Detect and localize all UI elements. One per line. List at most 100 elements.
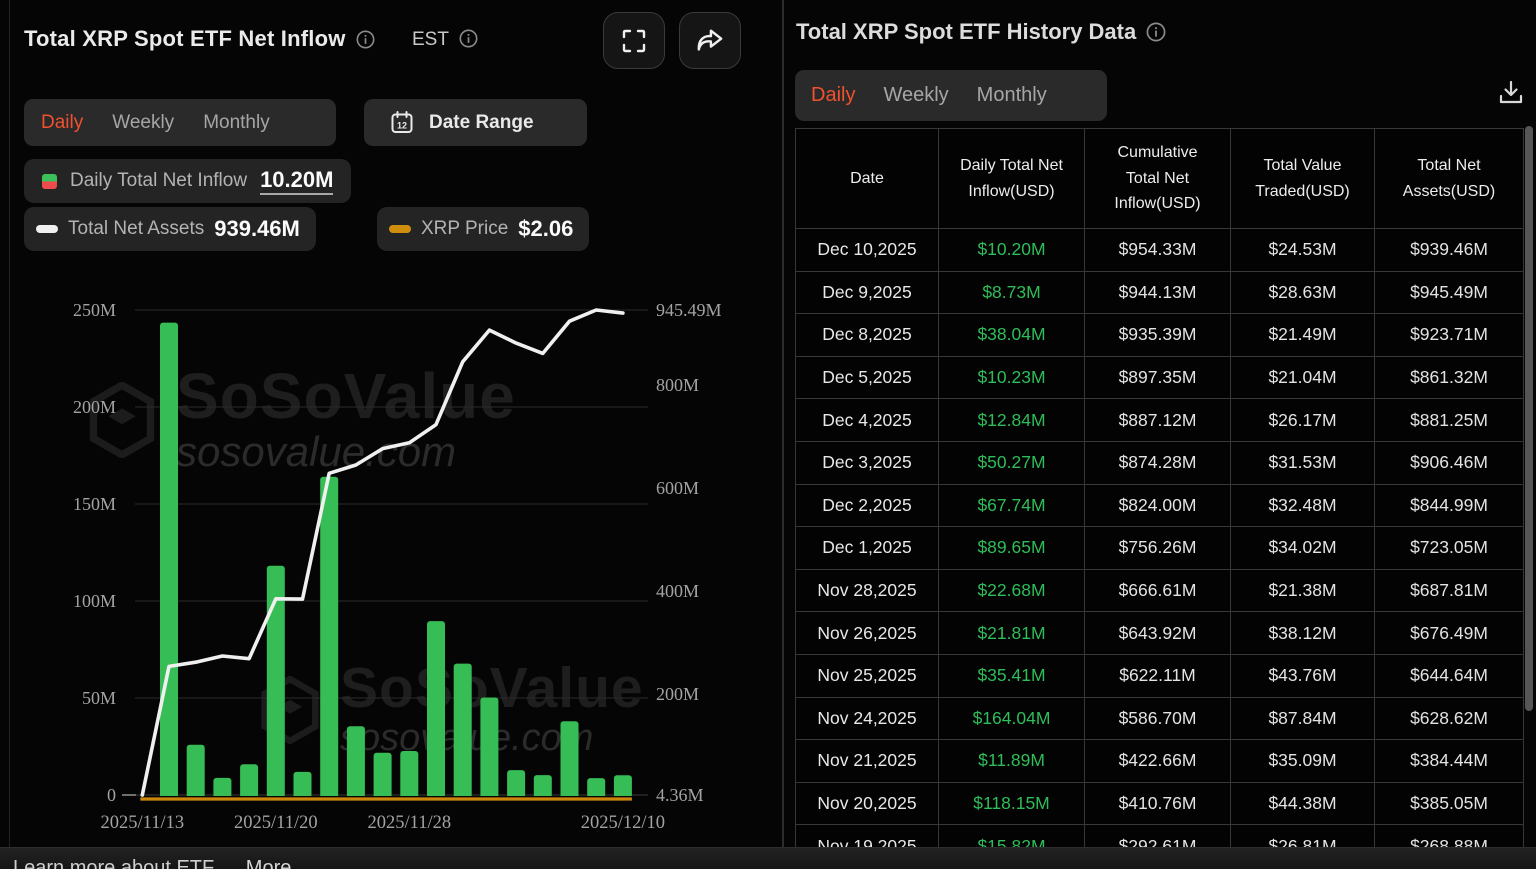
table-cell: $32.48M (1230, 483, 1375, 528)
table-cell: $22.68M (938, 568, 1085, 613)
table-cell: Dec 10,2025 (795, 228, 939, 272)
table-cell: $954.33M (1084, 228, 1231, 272)
x-axis-label: 2025/11/28 (368, 813, 452, 833)
table-cell: $887.12M (1084, 398, 1231, 442)
history-tab-weekly[interactable]: Weekly (883, 84, 948, 107)
history-period-tabs: Daily Weekly Monthly (795, 70, 1107, 121)
table-cell: $643.92M (1084, 611, 1231, 655)
table-cell: $385.05M (1374, 781, 1524, 826)
col-header-date: Date (795, 128, 939, 229)
y-axis-right-label: 400M (656, 581, 699, 601)
table-cell: $28.63M (1230, 270, 1375, 315)
table-cell: $67.74M (938, 483, 1085, 528)
table-row[interactable]: Nov 28,2025 $22.68M $666.61M $21.38M $687.81… (795, 568, 1524, 613)
table-cell: $164.04M (938, 696, 1085, 741)
table-row[interactable]: Dec 10,2025 $10.20M $954.33M $24.53M $939.46… (795, 228, 1524, 272)
table-cell: $43.76M (1230, 653, 1375, 698)
table-cell: Dec 5,2025 (795, 355, 939, 400)
inflow-bar (613, 775, 632, 798)
table-cell: $21.49M (1230, 313, 1375, 357)
table-row[interactable]: Nov 24,2025 $164.04M $586.70M $87.84M $628.6… (795, 696, 1524, 741)
table-cell: $874.28M (1084, 440, 1231, 485)
col-header-cumulative-inflow: Cumulative Total Net Inflow(USD) (1084, 128, 1231, 229)
table-cell: Nov 26,2025 (795, 611, 939, 655)
y-axis-left-label: 50M (82, 688, 116, 708)
footer-bar: Learn more about ETF More (0, 847, 1536, 869)
y-axis-right-label: 4.36M (656, 785, 704, 805)
table-cell: $906.46M (1374, 440, 1524, 485)
table-cell: $8.73M (938, 270, 1085, 315)
table-cell: $384.44M (1374, 739, 1524, 783)
table-cell: $622.11M (1084, 653, 1231, 698)
y-axis-left-label: 200M (73, 397, 116, 417)
history-table-title: Total XRP Spot ETF History Data (796, 19, 1166, 45)
table-cell: $586.70M (1084, 696, 1231, 741)
col-header-value-traded: Total Value Traded(USD) (1230, 128, 1375, 229)
table-cell: $21.38M (1230, 568, 1375, 613)
panel-divider (782, 0, 784, 869)
table-cell: $44.38M (1230, 781, 1375, 826)
download-button[interactable] (1492, 74, 1530, 112)
col-header-net-assets: Total Net Assets(USD) (1374, 128, 1524, 229)
net-assets-line (140, 308, 625, 797)
x-axis-label: 2025/12/10 (581, 813, 665, 833)
table-cell: $21.04M (1230, 355, 1375, 400)
table-cell: $87.84M (1230, 696, 1375, 741)
table-cell: Dec 2,2025 (795, 483, 939, 528)
history-tab-monthly[interactable]: Monthly (977, 84, 1047, 107)
netinflow-chart[interactable]: 0 50M 100M 150M 200M 250M 4.36M 200M 400M 600M 800… (0, 0, 782, 869)
inflow-bar (160, 322, 178, 798)
table-cell: $824.00M (1084, 483, 1231, 528)
table-cell: $923.71M (1374, 313, 1524, 357)
history-tab-daily[interactable]: Daily (811, 84, 855, 107)
table-cell: $881.25M (1374, 398, 1524, 442)
y-axis-left-label: 150M (73, 494, 116, 514)
learn-more-link[interactable]: Learn more about ETF (13, 857, 214, 869)
inflow-bar (346, 726, 365, 798)
table-row[interactable]: Dec 2,2025 $67.74M $824.00M $32.48M $844.99M (795, 483, 1524, 528)
table-row[interactable]: Nov 21,2025 $11.89M $422.66M $35.09M $384.44… (795, 739, 1524, 783)
table-cell: Nov 21,2025 (795, 739, 939, 783)
y-axis-right-label: 200M (656, 684, 699, 704)
inflow-bar (400, 751, 419, 798)
table-row[interactable]: Nov 20,2025 $118.15M $410.76M $44.38M $385.0… (795, 781, 1524, 826)
table-row[interactable]: Dec 3,2025 $50.27M $874.28M $31.53M $906.46M (795, 440, 1524, 485)
table-cell: $666.61M (1084, 568, 1231, 613)
inflow-bar (320, 476, 339, 798)
table-cell: $676.49M (1374, 611, 1524, 655)
history-info-icon[interactable] (1146, 22, 1166, 42)
table-scrollbar[interactable] (1525, 126, 1533, 711)
inflow-bar (587, 778, 606, 798)
inflow-bar (560, 721, 579, 798)
table-cell: $935.39M (1084, 313, 1231, 357)
table-cell: Dec 4,2025 (795, 398, 939, 442)
table-row[interactable]: Dec 9,2025 $8.73M $944.13M $28.63M $945.49M (795, 270, 1524, 315)
table-cell: $939.46M (1374, 228, 1524, 272)
table-cell: $38.04M (938, 313, 1085, 357)
table-cell: $10.23M (938, 355, 1085, 400)
table-cell: $24.53M (1230, 228, 1375, 272)
more-link[interactable]: More (246, 857, 292, 869)
history-title-text: Total XRP Spot ETF History Data (796, 19, 1137, 44)
y-axis-right-label: 800M (656, 375, 699, 395)
table-cell: $10.20M (938, 228, 1085, 272)
inflow-bar (453, 663, 472, 798)
table-cell: $628.62M (1374, 696, 1524, 741)
table-row[interactable]: Dec 4,2025 $12.84M $887.12M $26.17M $881.25M (795, 398, 1524, 442)
table-row[interactable]: Dec 5,2025 $10.23M $897.35M $21.04M $861.32M (795, 355, 1524, 400)
table-cell: $756.26M (1084, 526, 1231, 570)
inflow-bar (480, 697, 499, 798)
x-axis-label: 2025/11/13 (101, 813, 185, 833)
table-header-row: Date Daily Total Net Inflow(USD) Cumulat… (795, 128, 1524, 229)
etf-dashboard: Total XRP Spot ETF Net Inflow EST Daily … (0, 0, 1536, 869)
x-axis-label: 2025/11/20 (234, 813, 318, 833)
table-row[interactable]: Nov 26,2025 $21.81M $643.92M $38.12M $676.49… (795, 611, 1524, 655)
download-icon (1497, 79, 1525, 107)
inflow-bar (533, 775, 552, 798)
table-row[interactable]: Dec 1,2025 $89.65M $756.26M $34.02M $723.05M (795, 526, 1524, 570)
table-cell: $723.05M (1374, 526, 1524, 570)
inflow-bar (373, 752, 392, 798)
table-row[interactable]: Dec 8,2025 $38.04M $935.39M $21.49M $923.71M (795, 313, 1524, 357)
table-row[interactable]: Nov 25,2025 $35.41M $622.11M $43.76M $644.64… (795, 653, 1524, 698)
table-cell: Dec 1,2025 (795, 526, 939, 570)
